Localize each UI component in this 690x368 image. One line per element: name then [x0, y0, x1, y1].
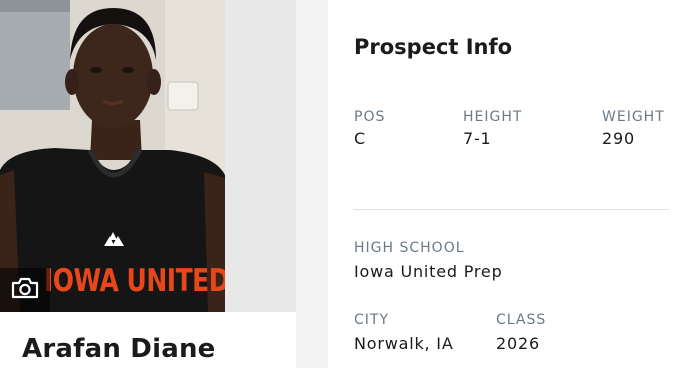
city-value: Norwalk, IA [354, 334, 454, 353]
height-label: HEIGHT [463, 109, 523, 125]
prospect-info-title: Prospect Info [354, 35, 513, 59]
photo-gutter [225, 0, 296, 312]
height-value: 7-1 [463, 129, 492, 148]
player-card: IOWA UNITED Arafan Diane [0, 0, 296, 368]
player-photo: IOWA UNITED [0, 0, 225, 312]
class-label: CLASS [496, 312, 547, 328]
class-value: 2026 [496, 334, 540, 353]
camera-button[interactable] [0, 268, 50, 312]
prospect-info-panel: Prospect Info POS C HEIGHT 7-1 WEIGHT 29… [328, 0, 690, 368]
city-label: CITY [354, 312, 390, 328]
info-divider [354, 209, 669, 210]
jersey-text: IOWA UNITED [44, 262, 225, 299]
player-name: Arafan Diane [22, 334, 216, 364]
pos-label: POS [354, 109, 386, 125]
weight-value: 290 [602, 129, 635, 148]
camera-icon [10, 276, 40, 304]
column-gap [296, 0, 328, 368]
page: IOWA UNITED Arafan Diane Prospect Info P… [0, 0, 690, 368]
high-school-value: Iowa United Prep [354, 262, 503, 281]
weight-label: WEIGHT [602, 109, 665, 125]
high-school-label: HIGH SCHOOL [354, 240, 465, 256]
pos-value: C [354, 129, 366, 148]
